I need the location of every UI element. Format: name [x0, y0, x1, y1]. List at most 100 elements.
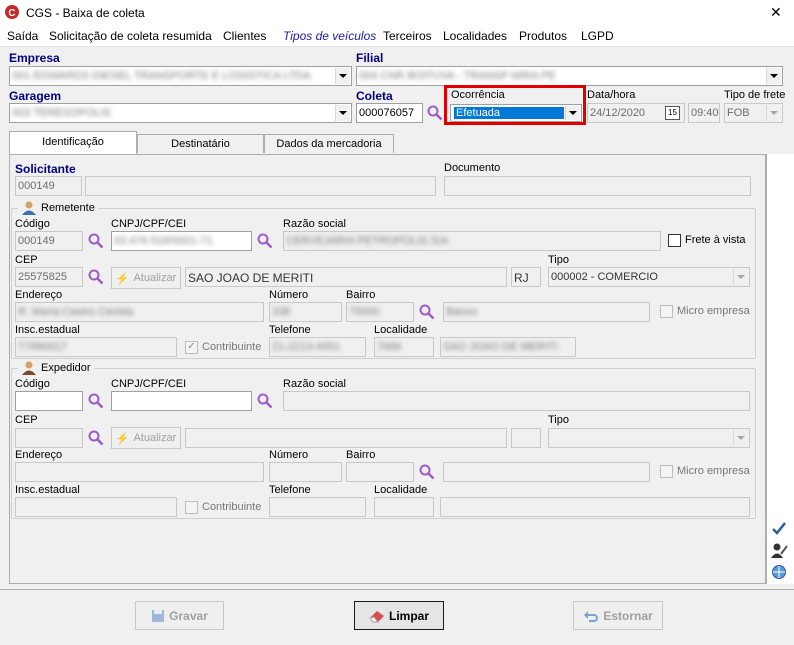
- lightning-icon: ⚡: [115, 272, 130, 285]
- documento-input: [444, 176, 751, 196]
- expedidor-codigo-label: Código: [15, 378, 50, 390]
- garagem-select[interactable]: 003 TERESOPOLIS: [9, 103, 352, 123]
- remetente-insc-input: 77990017: [15, 337, 177, 357]
- solicitante-code: 000149: [15, 176, 82, 196]
- remetente-tipo-label: Tipo: [548, 254, 569, 266]
- menu-produtos[interactable]: Produtos: [519, 29, 567, 43]
- datahora-label: Data/hora: [587, 89, 636, 101]
- remetente-atualizar-button[interactable]: ⚡ Atualizar: [111, 267, 181, 289]
- expedidor-codigo-input[interactable]: [15, 391, 83, 411]
- expedidor-cidade: [185, 428, 507, 448]
- garagem-label: Garagem: [9, 89, 62, 103]
- menu-tipos-veiculos[interactable]: Tipos de veículos: [283, 29, 376, 43]
- remetente-endereco-label: Endereço: [15, 289, 63, 301]
- expedidor-contribuinte-checkbox[interactable]: [185, 501, 198, 514]
- remetente-bairro-code: 75000: [346, 302, 414, 322]
- remetente-micro-checkbox[interactable]: [660, 305, 673, 318]
- title-bar: C CGS - Baixa de coleta ✕: [0, 0, 794, 26]
- expedidor-numero-label: Número: [269, 449, 309, 461]
- chevron-down-icon: [733, 269, 748, 285]
- expedidor-micro-checkbox[interactable]: [660, 465, 673, 478]
- chevron-down-icon[interactable]: [565, 106, 580, 120]
- menu-terceiros[interactable]: Terceiros: [383, 29, 432, 43]
- search-icon[interactable]: [427, 105, 443, 121]
- expedidor-micro-label: Micro empresa: [677, 465, 750, 477]
- tipo-frete-select: FOB: [724, 103, 783, 123]
- remetente-codigo-input: 000149: [15, 231, 83, 251]
- window-title: CGS - Baixa de coleta: [26, 6, 145, 20]
- undo-arrow-icon: [584, 610, 599, 622]
- remetente-insc-label: Insc.estadual: [15, 324, 80, 336]
- limpar-button[interactable]: Limpar: [354, 601, 444, 630]
- menu-localidades[interactable]: Localidades: [443, 29, 507, 43]
- estornar-button[interactable]: Estornar: [573, 601, 663, 630]
- expedidor-telefone-label: Telefone: [269, 484, 311, 496]
- remetente-localidade-label: Localidade: [374, 324, 428, 336]
- expedidor-numero-input: [269, 462, 342, 482]
- filial-label: Filial: [356, 51, 384, 65]
- tab-identificacao[interactable]: Identificação: [9, 131, 137, 155]
- expedidor-endereco-label: Endereço: [15, 449, 63, 461]
- search-icon[interactable]: [257, 233, 273, 249]
- person-icon: [22, 361, 36, 375]
- expedidor-telefone-input: [269, 497, 366, 517]
- expedidor-cnpj-input[interactable]: [111, 391, 252, 411]
- remetente-cep-input: 25575825: [15, 267, 83, 287]
- remetente-codigo-label: Código: [15, 218, 50, 230]
- svg-text:C: C: [8, 8, 15, 19]
- remetente-localidade-name: SAO JOAO DE MERITI: [440, 337, 576, 357]
- search-icon[interactable]: [419, 464, 435, 480]
- user-globe-icon[interactable]: [770, 564, 788, 580]
- search-icon[interactable]: [88, 430, 104, 446]
- expedidor-bairro-name: [443, 462, 650, 482]
- tab-dados-mercadoria[interactable]: Dados da mercadoria: [264, 134, 394, 153]
- expedidor-localidade-label: Localidade: [374, 484, 428, 496]
- remetente-tipo-select: 000002 - COMERCIO: [548, 267, 750, 287]
- remetente-header: Remetente: [18, 201, 98, 215]
- menu-solicitacao[interactable]: Solicitação de coleta resumida: [49, 29, 212, 43]
- expedidor-tipo-select: [548, 428, 750, 448]
- time-input: 09:40: [688, 103, 720, 123]
- expedidor-contribuinte-label: Contribuinte: [202, 501, 262, 513]
- remetente-endereco-input: R. Maria Castro Cenida: [15, 302, 264, 322]
- tab-destinatario[interactable]: Destinatário: [137, 134, 264, 153]
- menu-lgpd[interactable]: LGPD: [581, 29, 614, 43]
- remetente-telefone-input: 21-2213-4451: [269, 337, 366, 357]
- search-icon[interactable]: [419, 304, 435, 320]
- expedidor-cnpj-label: CNPJ/CPF/CEI: [111, 378, 187, 390]
- menu-saida[interactable]: Saída: [7, 29, 38, 43]
- ocorrencia-select[interactable]: Efetuada: [450, 104, 582, 122]
- expedidor-insc-label: Insc.estadual: [15, 484, 80, 496]
- app-logo-icon: C: [5, 5, 19, 19]
- chevron-down-icon[interactable]: [335, 105, 350, 121]
- search-icon[interactable]: [88, 233, 104, 249]
- remetente-uf: RJ: [511, 267, 541, 287]
- remetente-numero-label: Número: [269, 289, 309, 301]
- menu-clientes[interactable]: Clientes: [223, 29, 266, 43]
- menu-bar: Saída Solicitação de coleta resumida Cli…: [0, 26, 794, 47]
- user-edit-icon[interactable]: [770, 542, 788, 558]
- expedidor-atualizar-button[interactable]: ⚡ Atualizar: [111, 427, 181, 449]
- frete-vista-checkbox[interactable]: [668, 234, 681, 247]
- search-icon[interactable]: [257, 393, 273, 409]
- remetente-contribuinte-checkbox[interactable]: ✓: [185, 341, 198, 354]
- calendar-icon[interactable]: 15: [665, 106, 680, 120]
- remetente-numero-input: 338: [269, 302, 342, 322]
- chevron-down-icon: [766, 105, 781, 121]
- close-icon[interactable]: ✕: [770, 4, 782, 21]
- filial-select[interactable]: 004 CNR BOITUVA - TRANSP MIRA PE: [356, 66, 783, 86]
- chevron-down-icon[interactable]: [766, 68, 781, 84]
- checkmark-icon[interactable]: [771, 520, 787, 536]
- search-icon[interactable]: [88, 269, 104, 285]
- tipo-frete-label: Tipo de frete: [724, 89, 786, 101]
- remetente-cnpj-input[interactable]: 03.476.516/0001-71: [111, 231, 252, 251]
- chevron-down-icon[interactable]: [335, 68, 350, 84]
- gravar-button[interactable]: Gravar: [135, 601, 224, 630]
- remetente-bairro-name: Banco: [443, 302, 650, 322]
- search-icon[interactable]: [88, 393, 104, 409]
- coleta-input[interactable]: 000076057: [356, 103, 423, 123]
- expedidor-header: Expedidor: [18, 361, 94, 375]
- empresa-select[interactable]: 001 EDWARDS DIESEL TRANSPORTE E LOGISTIC…: [9, 66, 352, 86]
- eraser-icon: [369, 610, 384, 622]
- save-icon: [152, 609, 165, 622]
